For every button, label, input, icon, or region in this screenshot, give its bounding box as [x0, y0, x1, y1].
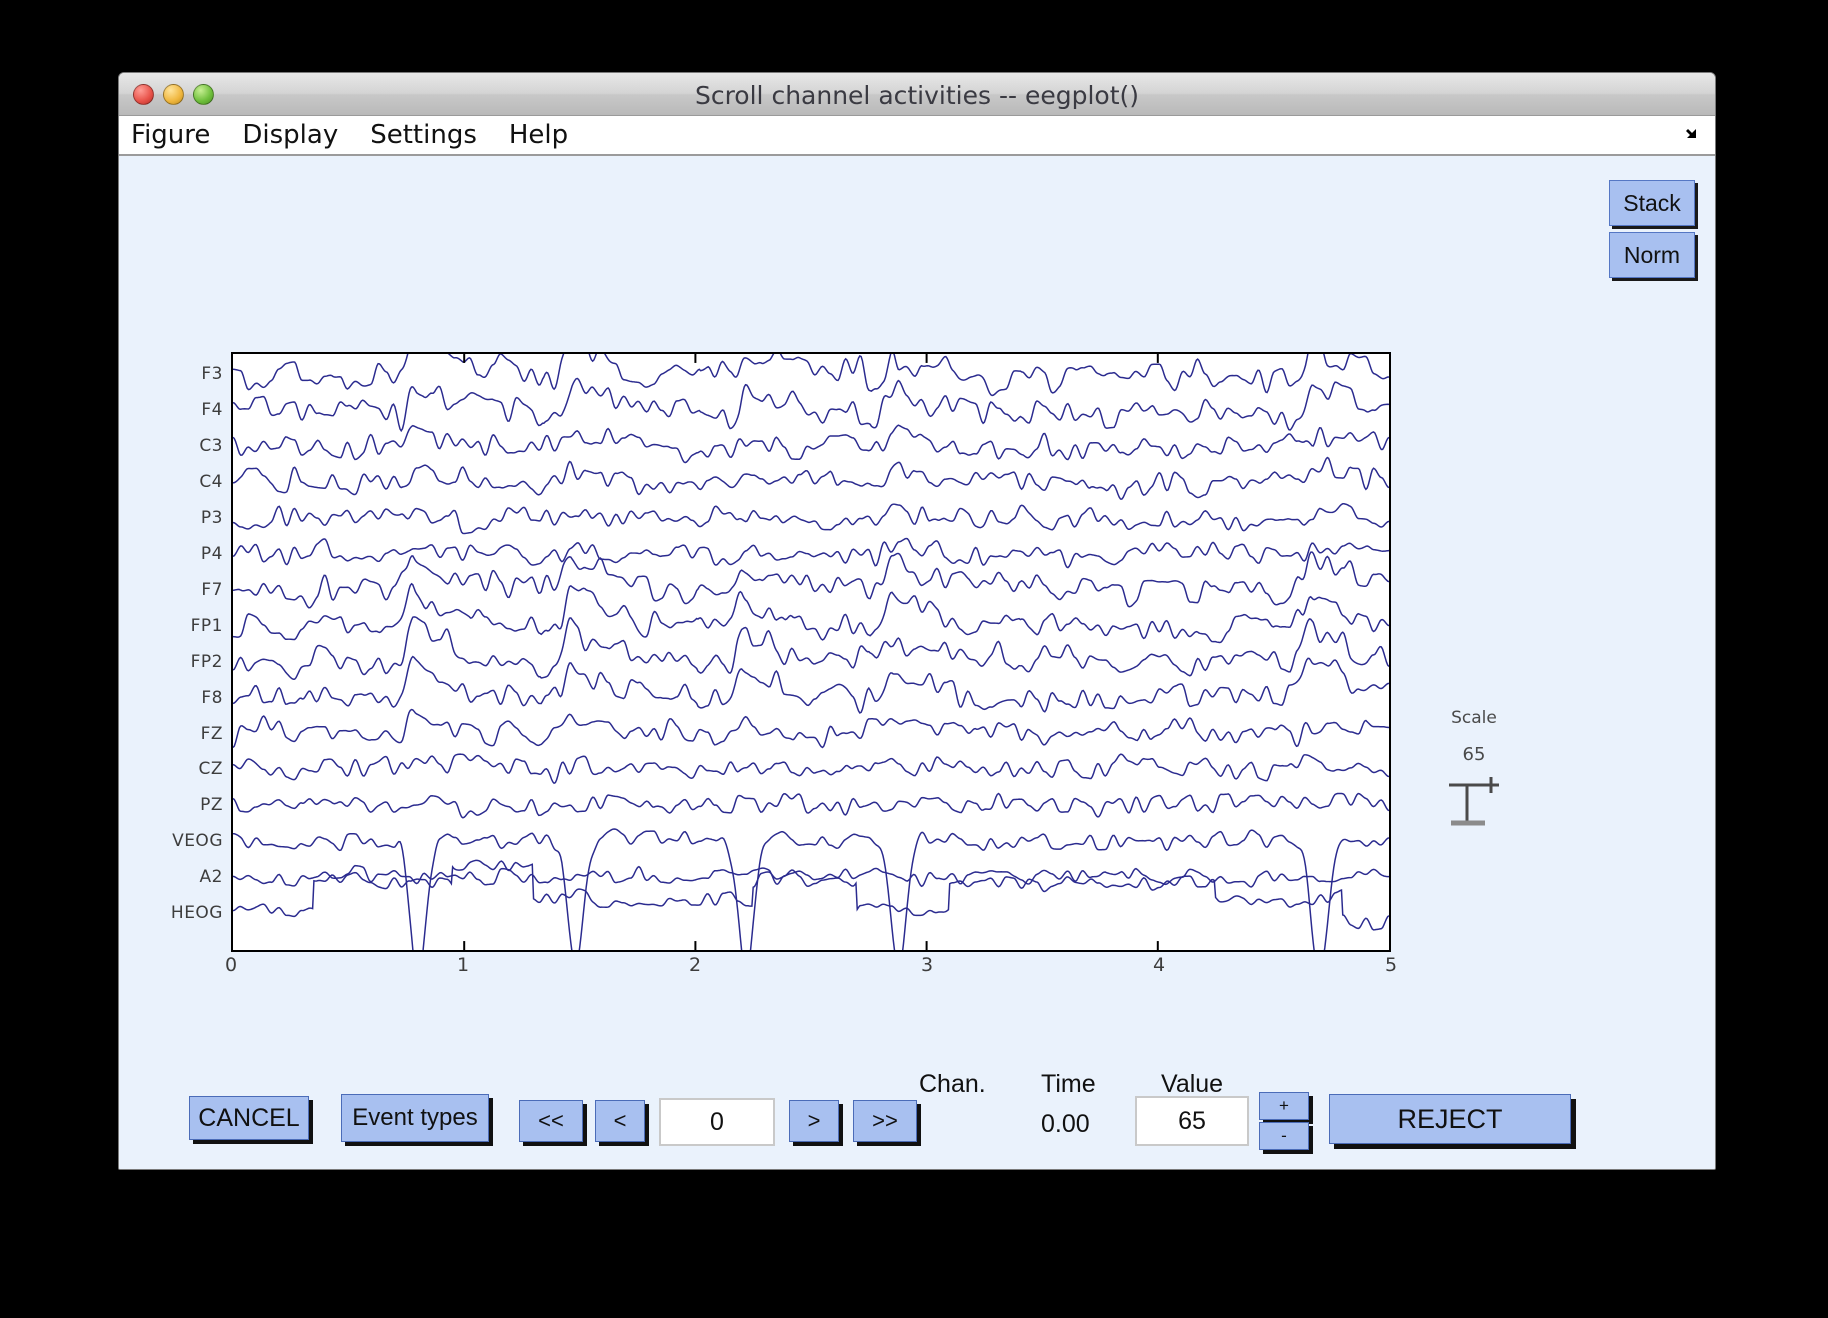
menu-expand-arrow-icon[interactable] [1683, 126, 1701, 144]
channel-label-c4: C4 [199, 472, 223, 492]
stack-toggle-button[interactable]: Stack [1609, 180, 1695, 226]
menu-item-help[interactable]: Help [509, 120, 568, 150]
scale-input[interactable]: 65 [1135, 1096, 1249, 1146]
eeg-plot-container: F3F4C3C4P3P4F7FP1FP2F8FZCZPZVEOGA2HEOG 0… [231, 352, 1391, 952]
channel-label-fp2: FP2 [191, 652, 223, 672]
x-tick-0: 0 [225, 954, 237, 976]
trace-fz [233, 710, 1389, 748]
scale-increase-button[interactable]: + [1259, 1092, 1309, 1120]
trace-f3 [233, 354, 1389, 395]
channel-label-column: F3 F4 C3 C4 P3 P4 F7 FP1 FP2 F8 FZ CZ PZ VEOG A2 HEOG [123, 352, 223, 952]
scroll-first-button[interactable]: << [519, 1100, 583, 1142]
position-input[interactable]: 0 [659, 1098, 775, 1146]
channel-label-p4: P4 [201, 544, 223, 564]
reject-button[interactable]: REJECT [1329, 1094, 1571, 1144]
scale-legend-value: 65 [1419, 744, 1529, 765]
norm-toggle-button[interactable]: Norm [1609, 232, 1695, 278]
channel-label-fp1: FP1 [191, 616, 223, 636]
x-tick-2: 2 [689, 954, 701, 976]
scale-legend-title: Scale [1419, 708, 1529, 728]
scroll-next-button[interactable]: > [789, 1100, 839, 1142]
screen: Scroll channel activities -- eegplot() F… [0, 0, 1828, 1318]
channel-label-f7: F7 [201, 580, 223, 600]
scale-bar-plus-icon [1439, 773, 1509, 831]
x-tick-4: 4 [1153, 954, 1165, 976]
scale-legend: Scale 65 [1419, 708, 1529, 836]
x-tick-1: 1 [457, 954, 469, 976]
scale-decrease-button[interactable]: - [1259, 1122, 1309, 1150]
x-tick-3: 3 [921, 954, 933, 976]
menu-item-display[interactable]: Display [242, 120, 338, 150]
channel-label-veog: VEOG [172, 831, 223, 851]
channel-label-cz: CZ [198, 759, 223, 779]
trace-fp2 [233, 617, 1389, 679]
window-title: Scroll channel activities -- eegplot() [119, 81, 1715, 110]
trace-p3 [233, 504, 1389, 534]
channel-label-heog: HEOG [171, 903, 223, 923]
window-titlebar: Scroll channel activities -- eegplot() [119, 73, 1715, 116]
menu-item-settings[interactable]: Settings [370, 120, 477, 150]
trace-c3 [233, 425, 1389, 462]
value-readout-label: Value [1161, 1070, 1223, 1099]
trace-p4 [233, 538, 1389, 567]
trace-heog [233, 860, 1389, 929]
channel-label-c3: C3 [199, 436, 223, 456]
time-readout-value: 0.00 [1041, 1110, 1090, 1139]
menu-item-figure[interactable]: Figure [131, 120, 210, 150]
channel-label-f8: F8 [201, 688, 223, 708]
trace-cz [233, 754, 1389, 783]
chan-readout-label: Chan. [919, 1070, 986, 1099]
trace-c4 [233, 458, 1389, 500]
eeg-plot-axes[interactable] [231, 352, 1391, 952]
x-tick-5: 5 [1385, 954, 1397, 976]
figure-canvas: Stack Norm F3F4C3C4P3P4F7FP1FP2F8FZCZPZV… [119, 156, 1715, 1170]
channel-label-f3: F3 [201, 364, 223, 384]
trace-f8 [233, 657, 1389, 713]
menu-bar: Figure Display Settings Help [119, 116, 1715, 156]
trace-fp1 [233, 584, 1389, 643]
x-axis-tick-labels: 012345 [231, 954, 1391, 988]
eegplot-window: Scroll channel activities -- eegplot() F… [118, 72, 1716, 1170]
scroll-last-button[interactable]: >> [853, 1100, 917, 1142]
trace-pz [233, 793, 1389, 817]
channel-label-pz: PZ [200, 795, 223, 815]
eeg-trace-group [233, 354, 1389, 950]
time-readout-label: Time [1041, 1070, 1096, 1099]
event-types-button[interactable]: Event types [341, 1094, 489, 1142]
cancel-button[interactable]: CANCEL [189, 1096, 309, 1140]
channel-label-a2: A2 [200, 867, 223, 887]
control-bar: CANCEL Event types << < 0 > >> Chan. Tim… [119, 1070, 1715, 1156]
channel-label-p3: P3 [201, 508, 223, 528]
channel-label-f4: F4 [201, 400, 223, 420]
channel-label-fz: FZ [201, 724, 223, 744]
scroll-prev-button[interactable]: < [595, 1100, 645, 1142]
